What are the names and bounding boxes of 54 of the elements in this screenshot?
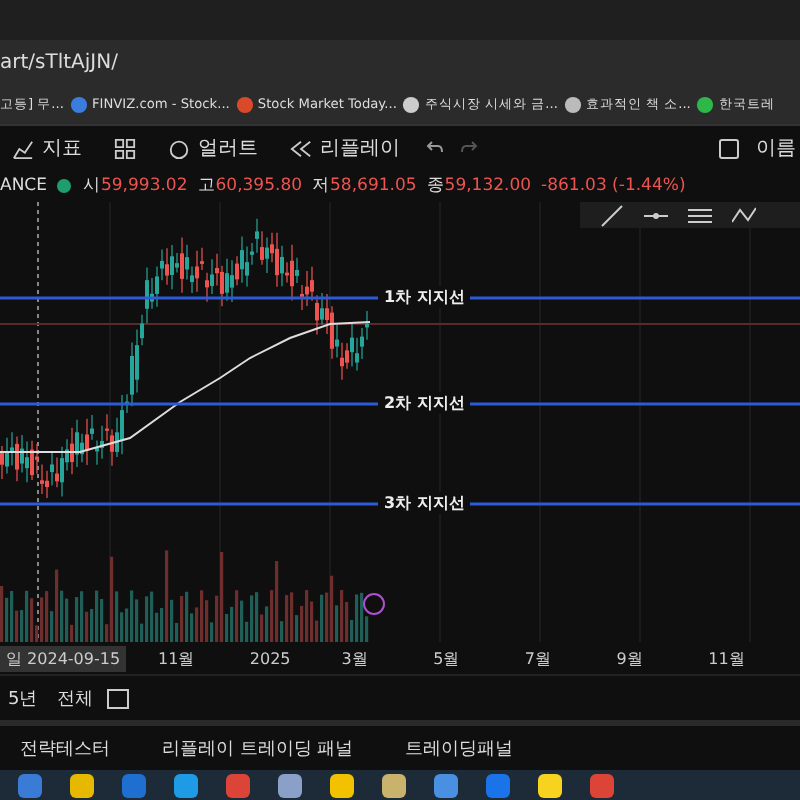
support-label: 3차 지지선: [378, 492, 471, 514]
axis-label: 11월: [708, 647, 747, 669]
toolbar-button[interactable]: 리플레이: [282, 134, 408, 162]
axis-label: 3월: [341, 647, 370, 669]
alarm-clock-icon: [168, 137, 190, 159]
range-button[interactable]: 전체: [49, 685, 102, 711]
support-line[interactable]: [0, 402, 800, 406]
bookmark-icon: [696, 95, 715, 113]
app-icon[interactable]: [380, 771, 408, 799]
axis-label: 11월: [158, 647, 197, 669]
trend-line-icon[interactable]: [600, 203, 624, 227]
chart-icon: [12, 137, 34, 159]
support-label: 2차 지지선: [378, 392, 471, 414]
panel-tab[interactable]: 트레이딩패널: [393, 733, 526, 763]
undo-icon[interactable]: [424, 138, 444, 158]
axis-label: 2025: [249, 649, 293, 667]
name-label[interactable]: 이름: [756, 134, 796, 162]
toolbar-button[interactable]: 지표: [4, 134, 90, 162]
app-icon[interactable]: [328, 771, 356, 799]
bookmark-icon: [69, 95, 88, 113]
price-change: -861.03 (-1.44%): [541, 176, 686, 196]
support-line[interactable]: [0, 296, 800, 300]
panel-tab[interactable]: 전략테스터: [8, 733, 122, 763]
panel-tab[interactable]: 리플레이 트레이딩 패널: [150, 733, 366, 763]
calendar-icon[interactable]: [105, 686, 130, 710]
bookmark-icon: [402, 95, 421, 113]
app-icon[interactable]: [432, 771, 460, 799]
status-dot-icon: [56, 178, 73, 194]
symbol-name[interactable]: ANCE: [0, 176, 47, 196]
ohlc-value: 저 58,691.05: [312, 174, 417, 198]
grid-icon: [114, 137, 136, 159]
app-icon[interactable]: [536, 771, 564, 799]
square-icon[interactable]: [718, 137, 740, 159]
rewind-icon: [290, 137, 312, 159]
app-icon[interactable]: [68, 771, 96, 799]
zigzag-icon[interactable]: [732, 203, 756, 227]
redo-icon[interactable]: [460, 138, 480, 158]
app-icon[interactable]: [172, 771, 200, 799]
bookmark-icon: [235, 95, 254, 113]
url-text[interactable]: art/sTltAjJN/: [0, 51, 118, 73]
app-icon[interactable]: [276, 771, 304, 799]
support-line[interactable]: [0, 502, 800, 506]
ohlc-value: 종59,132.00: [426, 174, 532, 198]
bookmark-icon: [563, 95, 582, 113]
ohlc-value: 고60,395.80: [197, 174, 303, 198]
axis-label: 5월: [433, 647, 462, 669]
axis-label: 9월: [616, 647, 645, 669]
toolbar-button[interactable]: 얼러트: [160, 134, 266, 162]
parallel-lines-icon[interactable]: [688, 203, 712, 227]
ohlc-value: 시 59,993.02: [82, 174, 188, 198]
axis-label: 7월: [524, 647, 554, 669]
support-label: 1차 지지선: [378, 286, 471, 308]
range-button[interactable]: 5년: [0, 685, 46, 711]
date-cursor-label: 일 2024-09-15: [0, 645, 127, 671]
